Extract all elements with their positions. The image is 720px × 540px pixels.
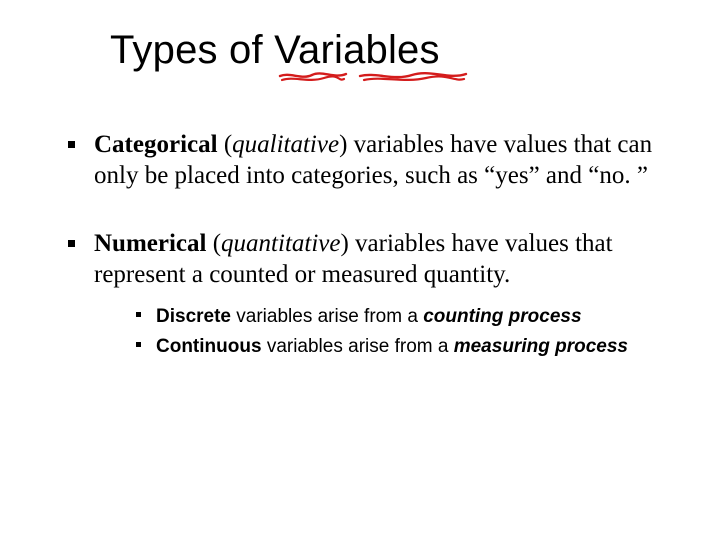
paren-open: (: [224, 131, 232, 158]
paren-close: ): [340, 230, 355, 257]
sub-bullet-list: Discrete variables arise from a counting…: [94, 304, 700, 359]
sub-term-bi: counting process: [423, 306, 581, 327]
term-bold: Numerical: [94, 230, 213, 257]
slide-body: Categorical (qualitative) variables have…: [58, 130, 700, 397]
term-bold: Categorical: [94, 131, 224, 158]
sub-term-bold: Discrete: [156, 306, 236, 327]
sub-term-bi: measuring process: [454, 336, 628, 357]
slide-title: Types of Variables: [110, 28, 440, 73]
term-italic: qualitative: [232, 131, 339, 158]
sub-bullet-item: Discrete variables arise from a counting…: [130, 304, 700, 330]
sub-bullet-text: variables arise from a: [236, 306, 423, 327]
sub-bullet-item: Continuous variables arise from a measur…: [130, 334, 700, 360]
term-italic: quantitative: [221, 230, 340, 257]
paren-close: ): [339, 131, 354, 158]
bullet-item: Categorical (qualitative) variables have…: [58, 130, 700, 191]
bullet-item: Numerical (quantitative) variables have …: [58, 229, 700, 359]
sub-bullet-text: variables arise from a: [267, 336, 454, 357]
paren-open: (: [213, 230, 221, 257]
bullet-list: Categorical (qualitative) variables have…: [58, 130, 700, 359]
slide: Types of Variables Categorical (qualitat…: [0, 0, 720, 540]
sub-term-bold: Continuous: [156, 336, 267, 357]
